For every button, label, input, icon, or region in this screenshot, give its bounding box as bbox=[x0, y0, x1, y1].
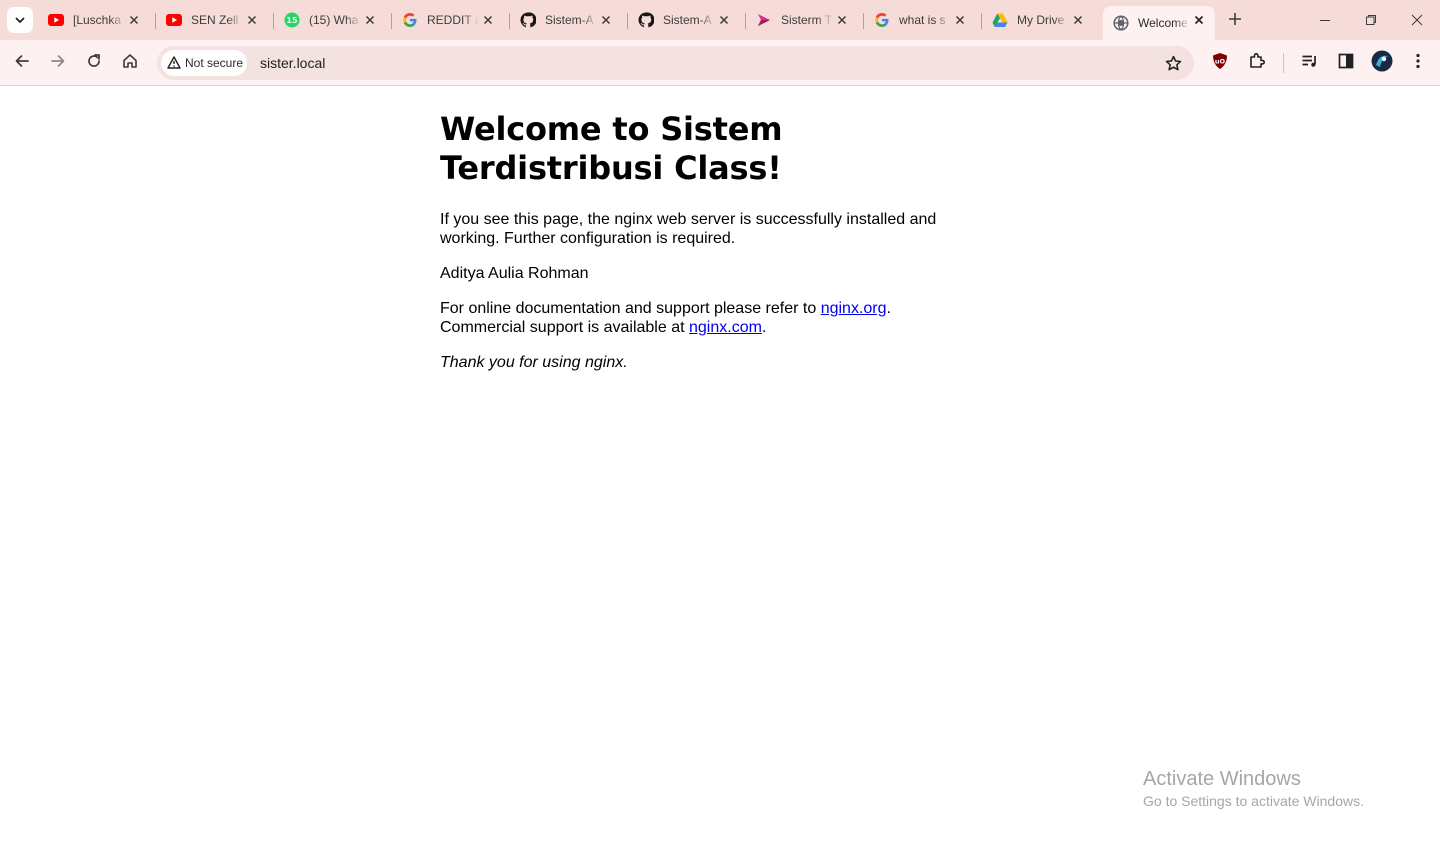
browser-toolbar: Not secure sister.local uO bbox=[0, 40, 1440, 86]
tab-github-sistem-2[interactable]: Sistem-A bbox=[628, 6, 746, 34]
puzzle-icon bbox=[1248, 52, 1266, 74]
plus-icon bbox=[1228, 11, 1242, 30]
tab-title: My Drive bbox=[1017, 13, 1065, 27]
close-icon[interactable] bbox=[126, 12, 142, 28]
svg-text:uO: uO bbox=[1215, 58, 1226, 66]
forward-button[interactable] bbox=[44, 49, 72, 77]
menu-button[interactable] bbox=[1404, 49, 1432, 77]
ublock-extension-button[interactable]: uO bbox=[1206, 49, 1234, 77]
tab-search-button[interactable] bbox=[7, 7, 33, 33]
media-control-button[interactable] bbox=[1296, 49, 1324, 77]
intro-paragraph: If you see this page, the nginx web serv… bbox=[440, 211, 937, 247]
google-icon bbox=[402, 12, 418, 28]
window-close-button[interactable] bbox=[1394, 0, 1440, 40]
close-icon[interactable] bbox=[716, 12, 732, 28]
ublock-shield-icon: uO bbox=[1211, 52, 1229, 74]
tab-github-sistem-1[interactable]: Sistem-A bbox=[510, 6, 628, 34]
chevron-down-icon bbox=[14, 11, 26, 30]
close-icon[interactable] bbox=[952, 12, 968, 28]
docs-suffix-text: . bbox=[886, 300, 891, 317]
support-paragraph: For online documentation and support ple… bbox=[440, 299, 980, 337]
toolbar-divider bbox=[1283, 53, 1284, 73]
kebab-menu-icon bbox=[1416, 53, 1420, 73]
arrow-right-icon bbox=[50, 53, 66, 73]
side-panel-button[interactable] bbox=[1332, 49, 1360, 77]
tab-title: Welcome bbox=[1138, 16, 1188, 30]
github-icon bbox=[520, 12, 536, 28]
arrow-left-icon bbox=[14, 53, 30, 73]
warning-icon bbox=[167, 54, 181, 73]
restore-button[interactable] bbox=[1348, 0, 1394, 40]
reload-icon bbox=[86, 53, 102, 73]
close-icon[interactable] bbox=[1070, 12, 1086, 28]
media-queue-icon bbox=[1301, 53, 1319, 73]
thanks-text: Thank you for using nginx. bbox=[440, 354, 628, 371]
tab-google-reddit[interactable]: REDDIT a bbox=[392, 6, 510, 34]
nginx-com-link[interactable]: nginx.com bbox=[689, 319, 762, 336]
minimize-button[interactable] bbox=[1302, 0, 1348, 40]
close-icon[interactable] bbox=[362, 12, 378, 28]
tab-youtube-luschka[interactable]: [Luschka bbox=[38, 6, 156, 34]
tab-title: SEN Zell bbox=[191, 13, 239, 27]
url-text[interactable]: sister.local bbox=[260, 55, 325, 71]
close-icon[interactable] bbox=[834, 12, 850, 28]
github-icon bbox=[638, 12, 654, 28]
extensions-button[interactable] bbox=[1243, 49, 1271, 77]
tab-sisterm[interactable]: Sisterm T bbox=[746, 6, 864, 34]
security-chip[interactable]: Not secure bbox=[161, 50, 247, 76]
watermark-subtitle: Go to Settings to activate Windows. bbox=[1143, 793, 1364, 809]
tab-title: Sistem-A bbox=[663, 13, 712, 27]
tab-title: Sisterm T bbox=[781, 13, 833, 27]
svg-text:15: 15 bbox=[286, 16, 298, 25]
close-icon[interactable] bbox=[598, 12, 614, 28]
youtube-icon bbox=[166, 12, 182, 28]
reload-button[interactable] bbox=[80, 49, 108, 77]
tab-google-drive[interactable]: My Drive bbox=[982, 6, 1100, 34]
google-drive-icon bbox=[992, 12, 1008, 28]
thanks-paragraph: Thank you for using nginx. bbox=[440, 353, 980, 372]
watermark-title: Activate Windows bbox=[1143, 768, 1301, 790]
close-icon bbox=[1411, 11, 1423, 30]
tab-title: Sistem-A bbox=[545, 13, 594, 27]
globe-icon bbox=[1113, 15, 1129, 31]
youtube-icon bbox=[48, 12, 64, 28]
close-icon[interactable] bbox=[1191, 12, 1207, 28]
author-paragraph: Aditya Aulia Rohman bbox=[440, 265, 589, 282]
close-icon[interactable] bbox=[244, 12, 260, 28]
page-content: Welcome to Sistem Terdistribusi Class! I… bbox=[440, 110, 980, 388]
side-panel-icon bbox=[1338, 53, 1354, 73]
tab-youtube-sen[interactable]: SEN Zell bbox=[156, 6, 274, 34]
home-button[interactable] bbox=[116, 49, 144, 77]
tab-title: what is s bbox=[899, 13, 946, 27]
address-bar[interactable]: Not secure sister.local bbox=[157, 46, 1194, 80]
commercial-suffix-text: . bbox=[761, 319, 767, 336]
whatsapp-icon: 15 bbox=[284, 12, 300, 28]
google-icon bbox=[874, 12, 890, 28]
avatar bbox=[1371, 50, 1393, 76]
new-tab-button[interactable] bbox=[1225, 10, 1245, 30]
activate-windows-watermark: Activate Windows Go to Settings to activ… bbox=[1143, 767, 1364, 811]
tab-welcome-active[interactable]: Welcome bbox=[1103, 6, 1215, 40]
minimize-icon bbox=[1319, 11, 1331, 30]
nginx-org-link[interactable]: nginx.org bbox=[821, 300, 887, 317]
tab-whatsapp[interactable]: 15 (15) Wha bbox=[274, 6, 392, 34]
tab-title: REDDIT a bbox=[427, 13, 479, 27]
app-icon bbox=[756, 12, 772, 28]
profile-avatar-button[interactable] bbox=[1368, 49, 1396, 77]
back-button[interactable] bbox=[8, 49, 36, 77]
close-icon[interactable] bbox=[480, 12, 496, 28]
restore-icon bbox=[1365, 11, 1377, 30]
page-title: Welcome to Sistem Terdistribusi Class! bbox=[440, 110, 783, 187]
commercial-prefix-text: Commercial support is available at bbox=[440, 319, 689, 336]
tab-google-search[interactable]: what is s bbox=[864, 6, 982, 34]
tab-title: (15) Wha bbox=[309, 13, 359, 27]
tab-strip: [Luschka SEN Zell 15 (15) Wha REDDIT a S… bbox=[0, 0, 1440, 40]
security-label: Not secure bbox=[185, 56, 244, 70]
docs-prefix-text: For online documentation and support ple… bbox=[440, 300, 821, 317]
home-icon bbox=[122, 53, 138, 73]
tab-title: [Luschka bbox=[73, 13, 122, 27]
bookmark-star-icon[interactable] bbox=[1164, 54, 1182, 72]
